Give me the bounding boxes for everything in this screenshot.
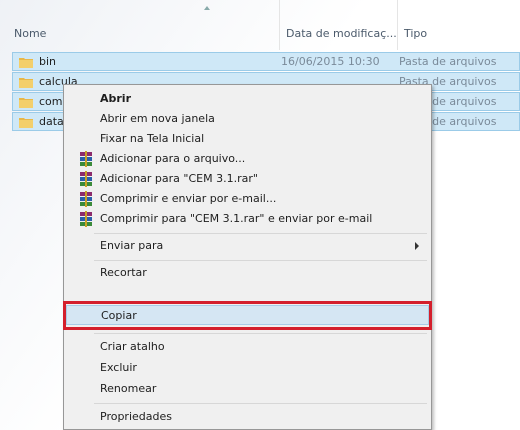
file-name: bin <box>39 55 57 68</box>
file-type: Pasta de arquivos <box>399 55 497 68</box>
folder-icon <box>19 78 33 88</box>
menu-separator <box>94 403 427 404</box>
highlight-box <box>63 301 432 330</box>
menu-item-label: Propriedades <box>100 410 172 423</box>
menu-item-cut[interactable]: Recortar <box>66 263 429 283</box>
menu-item-delete[interactable]: Excluir <box>66 358 429 378</box>
menu-item-add-rar[interactable]: Adicionar para "CEM 3.1.rar" <box>66 169 429 189</box>
column-header-name[interactable]: Nome <box>8 0 280 50</box>
menu-item-label: Enviar para <box>100 239 164 252</box>
menu-separator <box>94 260 427 261</box>
menu-item-send-to[interactable]: Enviar para <box>66 236 429 256</box>
folder-icon <box>19 58 33 68</box>
menu-item-label: Renomear <box>100 382 157 395</box>
menu-separator <box>94 333 427 334</box>
menu-item-compress-email[interactable]: Comprimir e enviar por e-mail... <box>66 189 429 209</box>
menu-item-label: Recortar <box>100 266 147 279</box>
column-header-date-label: Data de modificaç... <box>286 27 397 40</box>
folder-icon <box>19 118 33 128</box>
menu-item-label: Criar atalho <box>100 340 165 353</box>
folder-icon <box>19 98 33 108</box>
menu-item-label: Adicionar para o arquivo... <box>100 152 246 165</box>
menu-item-open-new-window[interactable]: Abrir em nova janela <box>66 109 429 129</box>
column-header-type-label: Tipo <box>404 27 428 40</box>
sort-up-icon <box>204 6 210 10</box>
column-header-date[interactable]: Data de modificaç... <box>280 0 398 50</box>
menu-separator <box>94 233 427 234</box>
winrar-icon <box>80 211 92 227</box>
context-menu: Abrir Abrir em nova janela Fixar na Tela… <box>63 84 432 430</box>
menu-item-label: Abrir <box>100 92 132 105</box>
menu-item-create-shortcut[interactable]: Criar atalho <box>66 337 429 357</box>
winrar-icon <box>80 171 92 187</box>
submenu-arrow-icon <box>415 242 419 250</box>
menu-item-compress-rar-email[interactable]: Comprimir para "CEM 3.1.rar" e enviar po… <box>66 209 429 229</box>
menu-item-open[interactable]: Abrir <box>66 89 429 109</box>
column-header-name-label: Nome <box>14 27 47 40</box>
column-header-type[interactable]: Tipo <box>398 0 520 50</box>
menu-item-label: Comprimir e enviar por e-mail... <box>100 192 277 205</box>
menu-item-label: Excluir <box>100 361 137 374</box>
winrar-icon <box>80 191 92 207</box>
explorer-window: Nome Data de modificaç... Tipo bin 16/06… <box>0 0 520 430</box>
menu-item-rename[interactable]: Renomear <box>66 379 429 399</box>
menu-item-label: Adicionar para "CEM 3.1.rar" <box>100 172 258 185</box>
menu-item-label: Abrir em nova janela <box>100 112 215 125</box>
menu-item-properties[interactable]: Propriedades <box>66 407 429 427</box>
menu-item-pin-start[interactable]: Fixar na Tela Inicial <box>66 129 429 149</box>
file-date: 16/06/2015 10:30 <box>281 55 380 68</box>
winrar-icon <box>80 151 92 167</box>
menu-item-label: Comprimir para "CEM 3.1.rar" e enviar po… <box>100 212 373 225</box>
file-row[interactable]: bin 16/06/2015 10:30 Pasta de arquivos <box>12 52 520 71</box>
menu-item-add-archive[interactable]: Adicionar para o arquivo... <box>66 149 429 169</box>
menu-item-label: Fixar na Tela Inicial <box>100 132 205 145</box>
